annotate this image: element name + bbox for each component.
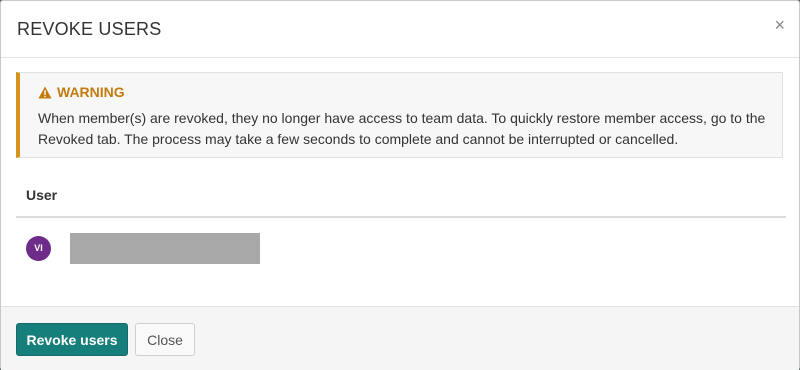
avatar: VI xyxy=(26,236,51,261)
user-column-header: User xyxy=(26,187,58,203)
revoke-users-dialog: REVOKE USERS × WARNING When member(s) ar… xyxy=(0,0,800,370)
warning-message: When member(s) are revoked, they no long… xyxy=(38,110,766,147)
close-icon[interactable]: × xyxy=(774,15,785,35)
warning-panel: WARNING When member(s) are revoked, they… xyxy=(16,72,783,158)
warning-triangle-icon xyxy=(38,86,52,98)
dialog-footer: Revoke users Close xyxy=(1,306,799,370)
revoke-users-button[interactable]: Revoke users xyxy=(16,323,128,356)
dialog-header: REVOKE USERS × xyxy=(1,1,799,58)
warning-heading: WARNING xyxy=(38,84,125,100)
warning-title: WARNING xyxy=(57,84,125,100)
table-header-divider xyxy=(16,216,786,218)
dialog-title: REVOKE USERS xyxy=(17,19,162,39)
redacted-user-name xyxy=(70,233,260,264)
close-button[interactable]: Close xyxy=(135,323,195,356)
